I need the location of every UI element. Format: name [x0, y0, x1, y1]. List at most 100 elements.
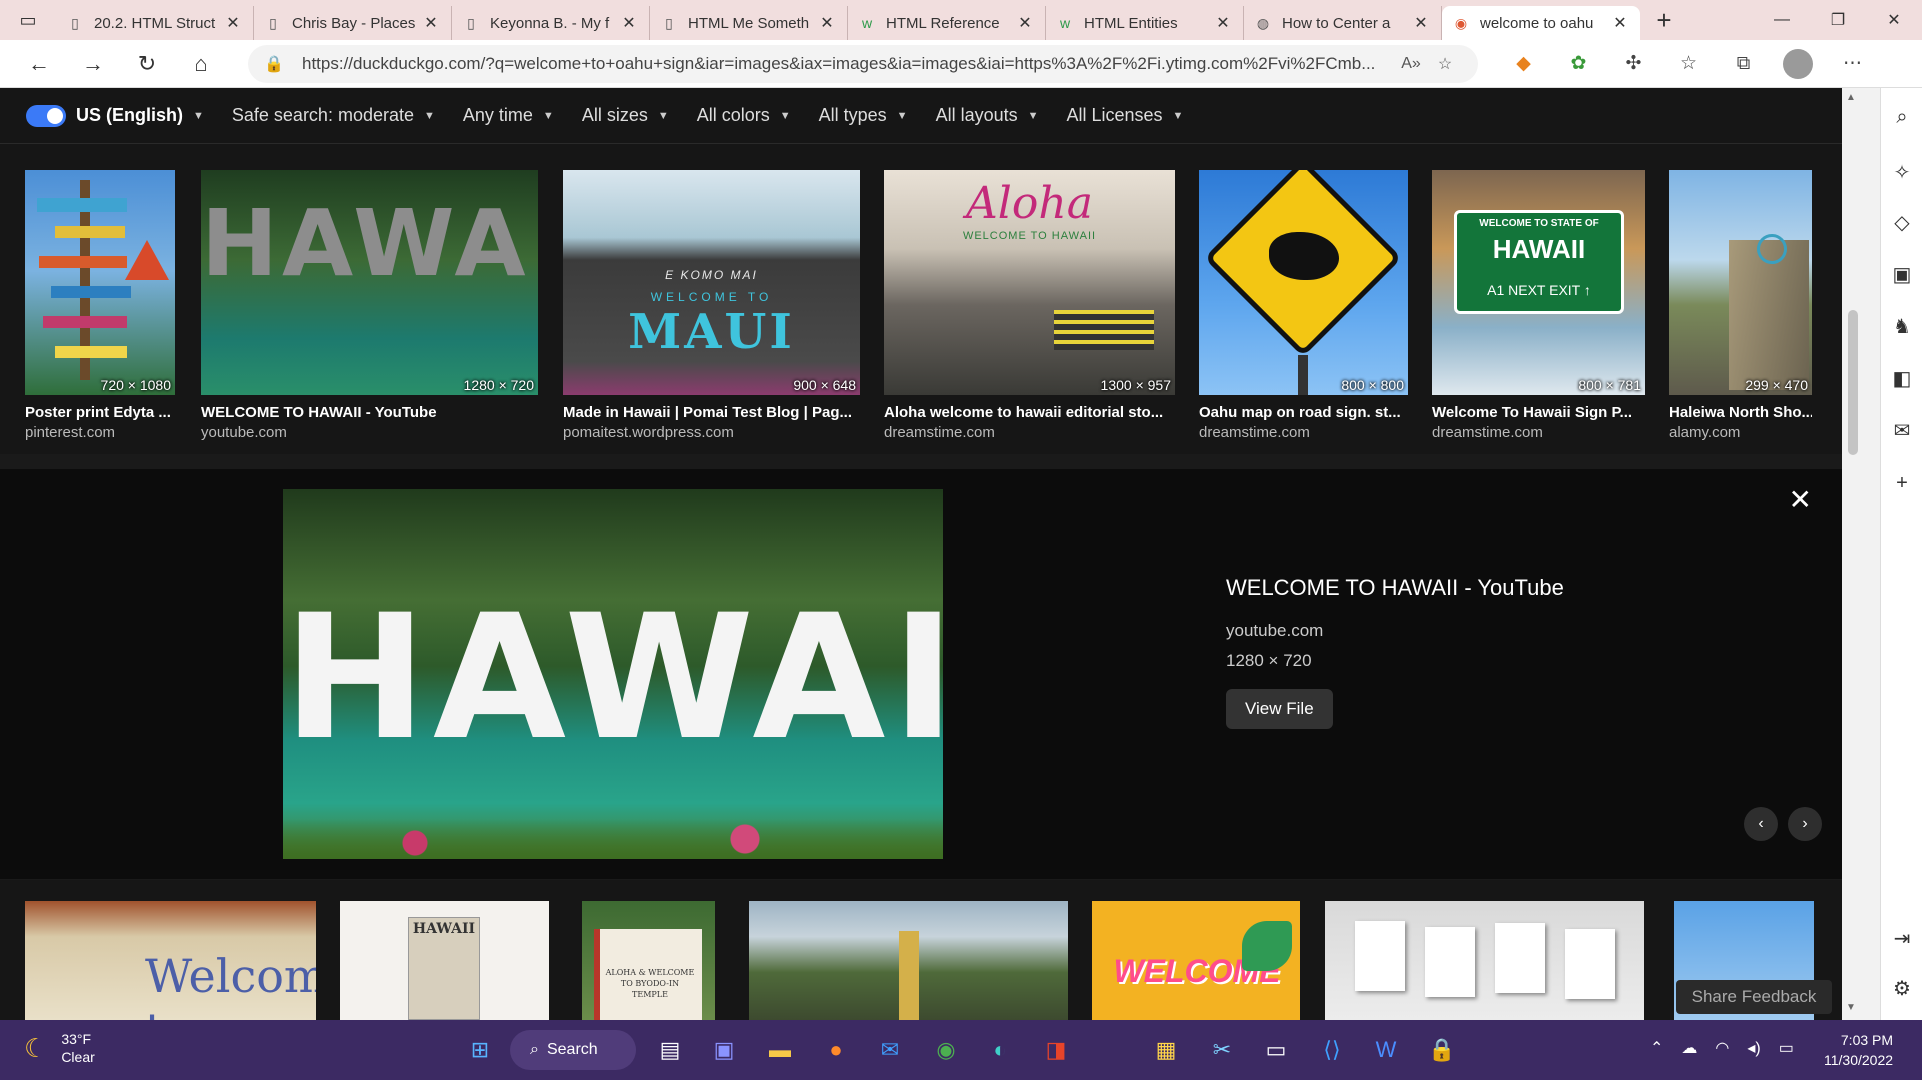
result-card[interactable]: WELCOME TO STATE OF HAWAII A1 NEXT EXIT … — [1432, 170, 1645, 441]
filter-dropdown[interactable]: All layouts ▼ — [936, 105, 1039, 126]
view-file-button[interactable]: View File — [1226, 689, 1333, 729]
close-tab-icon[interactable]: ✕ — [619, 13, 639, 33]
maximize-icon[interactable]: ❐ — [1810, 0, 1866, 40]
region-toggle[interactable] — [26, 104, 66, 127]
lock-icon[interactable]: 🔒 — [264, 54, 288, 74]
close-tab-icon[interactable]: ✕ — [1610, 13, 1630, 33]
office-icon[interactable]: ◧ — [1881, 366, 1922, 391]
settings-more-icon[interactable]: ⋯ — [1825, 44, 1880, 84]
shopping-tag-icon[interactable]: ◇ — [1881, 210, 1922, 235]
mail-icon[interactable]: ✉ — [872, 1032, 908, 1068]
result-thumbnail[interactable]: ALOHA & WELCOME TO BYODO-IN TEMPLE — [582, 901, 715, 1020]
close-tab-icon[interactable]: ✕ — [421, 13, 441, 33]
filter-dropdown[interactable]: Any time ▼ — [463, 105, 554, 126]
back-icon[interactable]: ← — [12, 44, 66, 84]
chrome-icon[interactable]: ◉ — [928, 1032, 964, 1068]
tools-icon[interactable]: ▣ — [1881, 262, 1922, 287]
result-source[interactable]: dreamstime.com — [884, 424, 1175, 441]
volume-icon[interactable]: ◂) — [1747, 1038, 1760, 1058]
result-source[interactable]: pinterest.com — [25, 424, 175, 441]
teams-chat-icon[interactable]: ▣ — [706, 1032, 742, 1068]
scroll-down-icon[interactable]: ▼ — [1846, 1002, 1856, 1013]
filter-dropdown[interactable]: All Licenses ▼ — [1067, 105, 1184, 126]
office-icon[interactable]: ◨ — [1038, 1032, 1074, 1068]
edge-icon[interactable]: ◐ — [982, 1032, 1018, 1068]
firefox-icon[interactable]: ● — [818, 1032, 854, 1068]
result-title[interactable]: WELCOME TO HAWAII - YouTube — [201, 404, 538, 421]
result-source[interactable]: pomaitest.wordpress.com — [563, 424, 860, 441]
browser-tab[interactable]: ▯ Chris Bay - Places ✕ — [254, 6, 452, 40]
result-title[interactable]: Welcome To Hawaii Sign P... — [1432, 404, 1645, 421]
result-card[interactable]: 720 × 1080 Poster print Edyta ... pinter… — [25, 170, 175, 441]
result-title[interactable]: Haleiwa North Sho... — [1669, 404, 1812, 421]
result-card[interactable]: HAWAII 1280 × 720 WELCOME TO HAWAII - Yo… — [201, 170, 538, 441]
filter-dropdown[interactable]: Safe search: moderate ▼ — [232, 105, 435, 126]
result-thumbnail[interactable]: 720 × 1080 — [25, 170, 175, 395]
result-thumbnail[interactable]: E KOMO MAI WELCOME TO MAUI 900 × 648 — [563, 170, 860, 395]
weather-widget[interactable]: ☾ 33°F Clear — [24, 1030, 95, 1066]
browser-tab[interactable]: w HTML Entities ✕ — [1046, 6, 1244, 40]
hide-sidebar-icon[interactable]: ⇥ — [1881, 926, 1922, 951]
result-source[interactable]: dreamstime.com — [1199, 424, 1408, 441]
vscode-icon[interactable]: ⟨⟩ — [1314, 1032, 1350, 1068]
close-tab-icon[interactable]: ✕ — [1411, 13, 1431, 33]
snipping-tool-icon[interactable]: ✂ — [1204, 1032, 1240, 1068]
url-text[interactable]: https://duckduckgo.com/?q=welcome+to+oah… — [302, 54, 1394, 74]
result-thumbnail[interactable]: 800 × 800 — [1199, 170, 1408, 395]
favorites-icon[interactable]: ☆ — [1661, 44, 1716, 84]
clock[interactable]: 7:03 PM 11/30/2022 — [1824, 1030, 1893, 1070]
add-sidebar-icon[interactable]: + — [1881, 472, 1922, 495]
minimize-icon[interactable]: — — [1754, 0, 1810, 40]
word-icon[interactable]: W — [1368, 1032, 1404, 1068]
terminal-icon[interactable]: ▭ — [1258, 1032, 1294, 1068]
result-title[interactable]: Poster print Edyta ... — [25, 404, 175, 421]
wifi-icon[interactable]: ◠ — [1715, 1038, 1729, 1058]
close-icon[interactable]: ✕ — [1789, 483, 1812, 516]
result-title[interactable]: Made in Hawaii | Pomai Test Blog | Pag..… — [563, 404, 860, 421]
scroll-thumb[interactable] — [1848, 310, 1858, 455]
extensions-icon[interactable]: ✣ — [1606, 44, 1661, 84]
result-thumbnail[interactable]: Welcome t — [25, 901, 316, 1020]
add-favorite-icon[interactable]: ☆ — [1428, 54, 1462, 74]
page-scrollbar[interactable]: ▲ ▼ — [1842, 88, 1880, 1020]
taskbar-search[interactable]: ⌕ Search — [510, 1030, 636, 1070]
result-source[interactable]: youtube.com — [201, 424, 538, 441]
browser-tab[interactable]: ◍ How to Center a ✕ — [1244, 6, 1442, 40]
detail-image[interactable]: HAWAII — [283, 489, 943, 859]
browser-tab[interactable]: ▯ 20.2. HTML Struct ✕ — [56, 6, 254, 40]
onedrive-icon[interactable]: ☁ — [1681, 1038, 1697, 1058]
browser-tab[interactable]: w HTML Reference ✕ — [848, 6, 1046, 40]
search-icon[interactable]: ⌕ — [1881, 106, 1922, 129]
result-thumbnail[interactable]: WELCOME TO STATE OF HAWAII A1 NEXT EXIT … — [1432, 170, 1645, 395]
result-title[interactable]: Oahu map on road sign. st... — [1199, 404, 1408, 421]
browser-tab[interactable]: ▯ HTML Me Someth ✕ — [650, 6, 848, 40]
close-window-icon[interactable]: ✕ — [1866, 0, 1922, 40]
metamask-extension-icon[interactable]: ◆ — [1496, 44, 1551, 84]
result-thumbnail[interactable] — [1325, 901, 1644, 1020]
paw-extension-icon[interactable]: ✿ — [1551, 44, 1606, 84]
tab-actions-icon[interactable]: ▭ — [0, 0, 56, 40]
lock-app-icon[interactable]: 🔒 — [1424, 1032, 1460, 1068]
microsoft-store-icon[interactable]: ▦ — [1148, 1032, 1184, 1068]
close-tab-icon[interactable]: ✕ — [817, 13, 837, 33]
result-card[interactable]: 299 × 470 Haleiwa North Sho... alamy.com — [1669, 170, 1812, 441]
filter-dropdown[interactable]: All sizes ▼ — [582, 105, 669, 126]
scroll-up-icon[interactable]: ▲ — [1846, 92, 1856, 103]
result-card[interactable]: E KOMO MAI WELCOME TO MAUI 900 × 648 Mad… — [563, 170, 860, 441]
result-thumbnail[interactable] — [749, 901, 1068, 1020]
previous-image-icon[interactable]: ‹ — [1744, 807, 1778, 841]
chevron-up-icon[interactable]: ⌃ — [1650, 1038, 1663, 1058]
result-thumbnail[interactable]: Aloha WELCOME TO HAWAII 1300 × 957 — [884, 170, 1175, 395]
result-thumbnail[interactable]: HAWAII — [340, 901, 549, 1020]
close-tab-icon[interactable]: ✕ — [1213, 13, 1233, 33]
result-thumbnail[interactable]: HAWAII 1280 × 720 — [201, 170, 538, 395]
result-source[interactable]: dreamstime.com — [1432, 424, 1645, 441]
next-image-icon[interactable]: › — [1788, 807, 1822, 841]
browser-tab[interactable]: ◉ welcome to oahu ✕ — [1442, 6, 1640, 40]
result-title[interactable]: Aloha welcome to hawaii editorial sto... — [884, 404, 1175, 421]
close-tab-icon[interactable]: ✕ — [223, 13, 243, 33]
read-aloud-icon[interactable]: A» — [1394, 55, 1428, 73]
filter-dropdown[interactable]: All types ▼ — [819, 105, 908, 126]
result-source[interactable]: alamy.com — [1669, 424, 1812, 441]
result-thumbnail[interactable]: WELCOME — [1092, 901, 1300, 1020]
